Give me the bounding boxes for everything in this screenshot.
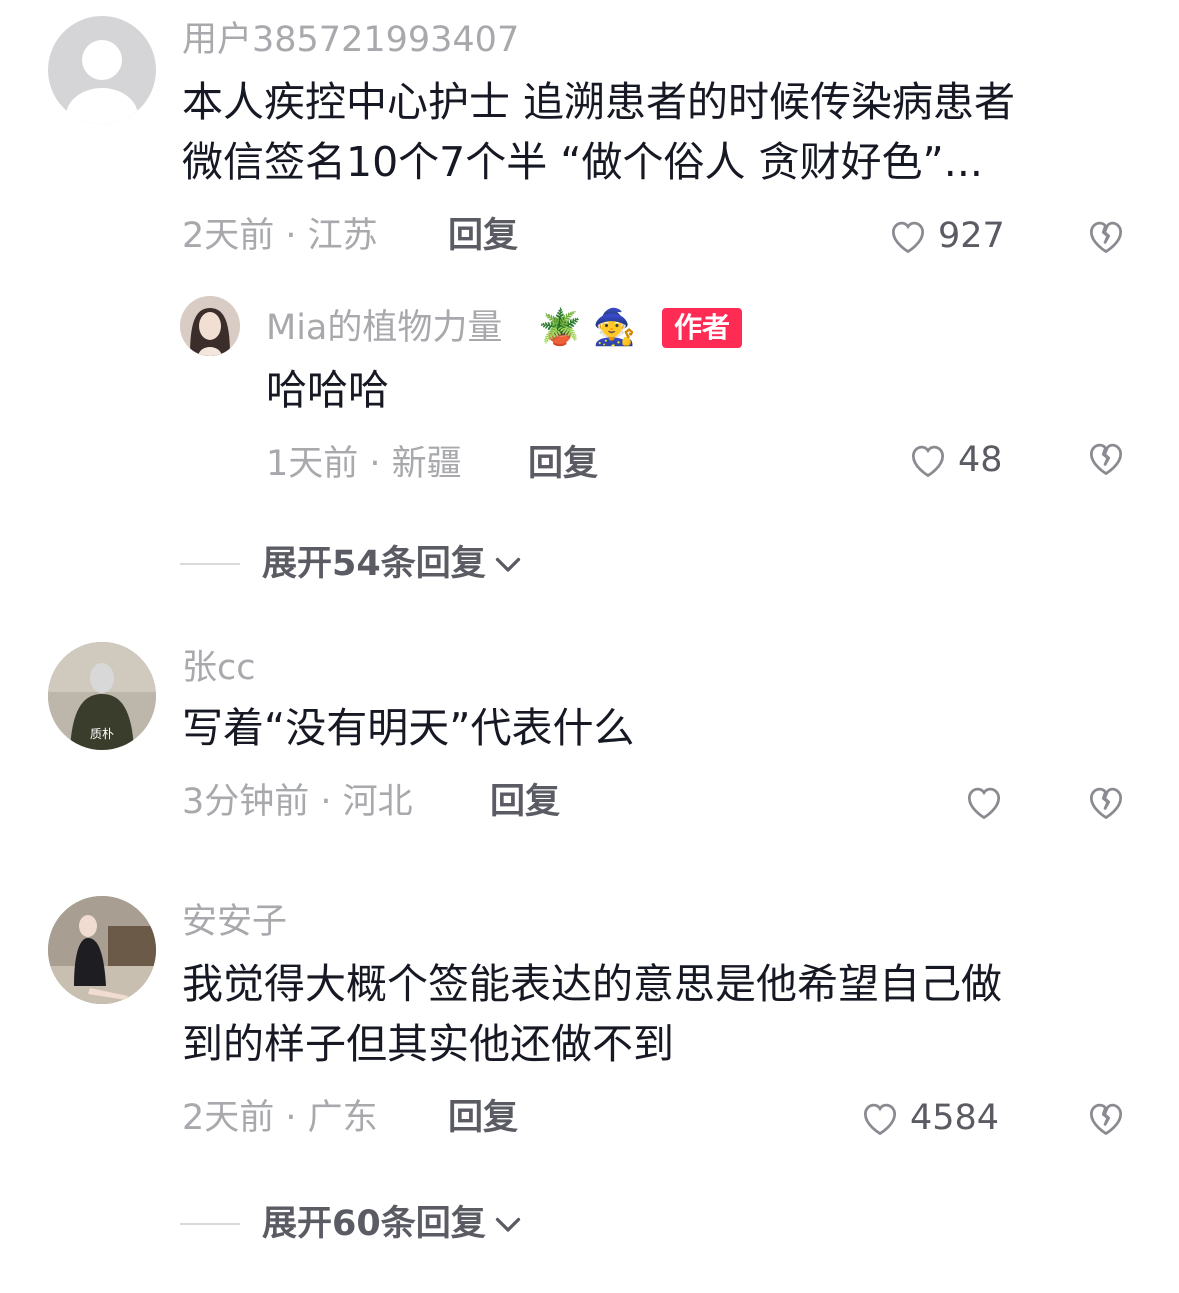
user-avatar-image: 质朴 <box>48 642 156 750</box>
expand-replies-label: 展开54条回复 <box>262 544 486 584</box>
avatar[interactable] <box>48 896 156 1004</box>
comment-text: 写着“没有明天”代表什么 <box>182 704 635 752</box>
chevron-down-icon <box>495 557 520 572</box>
heart-icon <box>967 787 1001 820</box>
comment-time-location: 2天前 · 江苏 <box>182 216 378 256</box>
heart-icon <box>891 221 925 254</box>
reply-text: 哈哈哈 <box>266 366 389 414</box>
username[interactable]: 用户385721993407 <box>182 16 519 64</box>
like-button[interactable]: 48 <box>906 436 1003 484</box>
reply-button[interactable]: 回复 <box>528 440 598 488</box>
broken-heart-icon[interactable] <box>1084 1096 1128 1140</box>
author-badge: 作者 <box>662 308 743 348</box>
broken-heart-icon[interactable] <box>1084 214 1128 258</box>
user-avatar-image <box>48 896 156 1004</box>
expand-replies-button[interactable]: 展开54条回复 <box>180 540 526 588</box>
divider <box>180 1223 240 1225</box>
reply-button[interactable]: 回复 <box>448 212 518 260</box>
comment-text: 本人疾控中心护士 追溯患者的时候传染病患者 <box>182 78 1016 126</box>
broken-heart-icon[interactable] <box>1084 780 1128 824</box>
avatar[interactable] <box>48 16 156 124</box>
like-button[interactable]: 927 <box>886 212 1005 260</box>
comment-time-location: 2天前 · 广东 <box>182 1098 378 1138</box>
author-avatar-image <box>180 296 240 356</box>
like-count: 48 <box>958 440 1003 480</box>
like-count: 4584 <box>910 1098 1000 1138</box>
broken-heart-icon[interactable] <box>1084 436 1128 480</box>
avatar-watermark: 质朴 <box>90 726 114 741</box>
username-emojis: 🪴 🧙 <box>538 308 637 348</box>
like-count: 927 <box>938 216 1005 256</box>
like-button[interactable]: 4584 <box>858 1094 999 1142</box>
reply-button[interactable]: 回复 <box>490 778 560 826</box>
default-user-avatar-icon <box>66 40 138 124</box>
expand-replies-label: 展开60条回复 <box>262 1204 486 1244</box>
username[interactable]: Mia的植物力量 <box>266 304 502 352</box>
reply-time-location: 1天前 · 新疆 <box>266 444 462 484</box>
comment-text: 我觉得大概个签能表达的意思是他希望自己做 <box>182 960 1002 1008</box>
chevron-down-icon <box>495 1217 520 1232</box>
comment-time-location: 3分钟前 · 河北 <box>182 782 413 822</box>
heart-icon <box>911 445 945 478</box>
username[interactable]: 张cc <box>182 644 256 692</box>
expand-replies-button[interactable]: 展开60条回复 <box>180 1200 526 1248</box>
comment-text: 到的样子但其实他还做不到 <box>182 1020 674 1068</box>
comment-text: 微信签名10个7个半 “做个俗人 贪财好色”... <box>182 138 983 186</box>
divider <box>180 563 240 565</box>
like-button[interactable] <box>962 780 1014 824</box>
avatar[interactable] <box>180 296 240 356</box>
avatar[interactable]: 质朴 <box>48 642 156 750</box>
heart-icon <box>863 1103 897 1136</box>
reply-button[interactable]: 回复 <box>448 1094 518 1142</box>
username[interactable]: 安安子 <box>182 898 287 946</box>
